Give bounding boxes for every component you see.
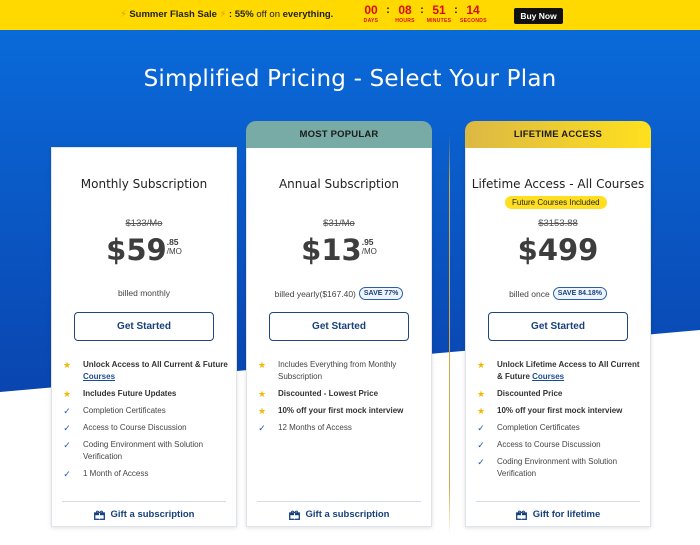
lightning-icon: ⚡ bbox=[120, 9, 127, 20]
feature-list: ★ Unlock Access to All Current & Future … bbox=[61, 359, 231, 485]
price-amount: $499 bbox=[517, 233, 599, 267]
lifetime-access-header: LIFETIME ACCESS bbox=[465, 121, 651, 148]
feature-item: ★ Includes Everything from Monthly Subsc… bbox=[257, 360, 397, 381]
check-icon: ✓ bbox=[63, 469, 71, 479]
check-icon: ✓ bbox=[258, 423, 266, 433]
feature-item: ✓ Completion Certificates bbox=[475, 422, 645, 434]
original-price: $31/Mo bbox=[323, 218, 355, 229]
star-icon: ★ bbox=[257, 360, 267, 370]
feature-item: ★ 10% off your first mock interview bbox=[476, 406, 623, 416]
feature-item: ✓ 1 Month of Access bbox=[61, 468, 231, 480]
plan-card-monthly: Monthly Subscription $133/Mo $59 .85 /MO… bbox=[51, 147, 237, 527]
flash-sale-banner: ⚡ Summer Flash Sale ⚡ : 55% off on every… bbox=[0, 0, 700, 30]
get-started-button[interactable]: Get Started bbox=[74, 312, 214, 341]
star-icon: ★ bbox=[257, 389, 267, 399]
timer-separator: : bbox=[420, 4, 424, 16]
check-icon: ✓ bbox=[477, 423, 485, 433]
star-icon: ★ bbox=[476, 406, 486, 416]
plan-name: Annual Subscription bbox=[278, 177, 400, 191]
price-period: /MO bbox=[361, 247, 377, 256]
lightning-icon: ⚡ bbox=[219, 9, 227, 20]
star-icon: ★ bbox=[62, 389, 72, 399]
feature-list: ★ Includes Everything from Monthly Subsc… bbox=[256, 359, 426, 439]
check-icon: ✓ bbox=[477, 440, 485, 450]
flash-sale-message: ⚡ Summer Flash Sale ⚡ : 55% off on every… bbox=[120, 9, 333, 20]
price-cents: .95 bbox=[361, 237, 374, 247]
get-started-button[interactable]: Get Started bbox=[488, 312, 628, 341]
sale-tail: everything. bbox=[282, 9, 334, 20]
feature-list: ★ Unlock Lifetime Access to All Current … bbox=[475, 359, 645, 485]
check-icon: ✓ bbox=[63, 440, 71, 450]
check-icon: ✓ bbox=[63, 423, 71, 433]
card-divider bbox=[257, 501, 421, 502]
timer-days: 00 DAYS bbox=[363, 3, 379, 24]
courses-link[interactable]: Courses bbox=[83, 372, 115, 381]
page-title: Simplified Pricing - Select Your Plan bbox=[143, 66, 557, 92]
feature-item: ★ Discounted Price bbox=[476, 389, 563, 399]
price: $13 .95 /MO bbox=[247, 234, 431, 266]
plan-name: Monthly Subscription bbox=[80, 177, 208, 191]
price: $499 bbox=[466, 234, 650, 266]
countdown-timer: 00 DAYS : 08 HOURS : 51 MINUTES : 14 SEC… bbox=[358, 3, 487, 25]
card-divider bbox=[476, 501, 640, 502]
price-period: /MO bbox=[166, 247, 182, 256]
timer-separator: : bbox=[386, 4, 390, 16]
plan-name: Lifetime Access - All Courses bbox=[471, 177, 645, 191]
sale-percent: : 55% bbox=[228, 9, 254, 20]
gift-subscription-link[interactable]: Gift a subscription bbox=[52, 509, 236, 520]
sale-text: off on bbox=[256, 9, 280, 20]
buy-now-button[interactable]: Buy Now bbox=[514, 8, 563, 24]
feature-item: ★ Discounted - Lowest Price bbox=[257, 389, 379, 399]
gift-icon bbox=[515, 510, 527, 520]
star-icon: ★ bbox=[62, 360, 72, 370]
feature-item: ✓ Coding Environment with Solution Verif… bbox=[61, 439, 231, 463]
feature-item: ✓ Access to Course Discussion bbox=[475, 439, 645, 451]
lifetime-divider-line bbox=[449, 134, 450, 534]
feature-item: ✓ Access to Course Discussion bbox=[61, 422, 231, 434]
timer-seconds: 14 SECONDS bbox=[460, 3, 487, 24]
check-icon: ✓ bbox=[477, 457, 485, 467]
star-icon: ★ bbox=[476, 360, 486, 370]
future-courses-badge: Future Courses Included bbox=[505, 196, 607, 209]
gift-subscription-link[interactable]: Gift a subscription bbox=[247, 509, 431, 520]
plan-card-lifetime: LIFETIME ACCESS Lifetime Access - All Co… bbox=[465, 121, 651, 527]
price: $59 .85 /MO bbox=[52, 234, 236, 266]
feature-item: ★ Includes Future Updates bbox=[62, 389, 177, 399]
courses-link[interactable]: Courses bbox=[532, 372, 564, 381]
most-popular-header: MOST POPULAR bbox=[246, 121, 432, 148]
price-cents: .85 bbox=[166, 237, 179, 247]
save-badge: SAVE 84.18% bbox=[552, 287, 607, 300]
billing-info: billed once SAVE 84.18% bbox=[466, 287, 650, 300]
feature-item: ★ 10% off your first mock interview bbox=[257, 406, 404, 416]
check-icon: ✓ bbox=[63, 406, 71, 416]
feature-item: ★ Unlock Access to All Current & Future … bbox=[62, 360, 228, 381]
feature-item: ✓ 12 Months of Access bbox=[256, 422, 426, 434]
timer-separator: : bbox=[454, 4, 458, 16]
timer-minutes: 51 MINUTES bbox=[426, 3, 452, 24]
original-price: $3153.88 bbox=[538, 218, 578, 229]
gift-icon bbox=[93, 510, 105, 520]
original-price: $133/Mo bbox=[125, 218, 163, 229]
save-badge: SAVE 77% bbox=[358, 287, 404, 300]
price-amount: $13 bbox=[301, 233, 362, 267]
feature-item: ★ Unlock Lifetime Access to All Current … bbox=[476, 360, 640, 381]
gift-lifetime-link[interactable]: Gift for lifetime bbox=[466, 509, 650, 520]
get-started-button[interactable]: Get Started bbox=[269, 312, 409, 341]
billing-info: billed yearly($167.40) SAVE 77% bbox=[247, 287, 431, 300]
timer-hours: 08 HOURS bbox=[395, 3, 415, 24]
gift-icon bbox=[288, 510, 300, 520]
star-icon: ★ bbox=[257, 406, 267, 416]
price-amount: $59 bbox=[106, 233, 167, 267]
sale-name: Summer Flash Sale bbox=[129, 9, 217, 20]
plan-card-annual: MOST POPULAR Annual Subscription $31/Mo … bbox=[246, 121, 432, 527]
billing-info: billed monthly bbox=[118, 288, 170, 298]
feature-item: ✓ Coding Environment with Solution Verif… bbox=[475, 456, 645, 480]
card-divider bbox=[62, 501, 226, 502]
star-icon: ★ bbox=[476, 389, 486, 399]
feature-item: ✓ Completion Certificates bbox=[61, 405, 231, 417]
